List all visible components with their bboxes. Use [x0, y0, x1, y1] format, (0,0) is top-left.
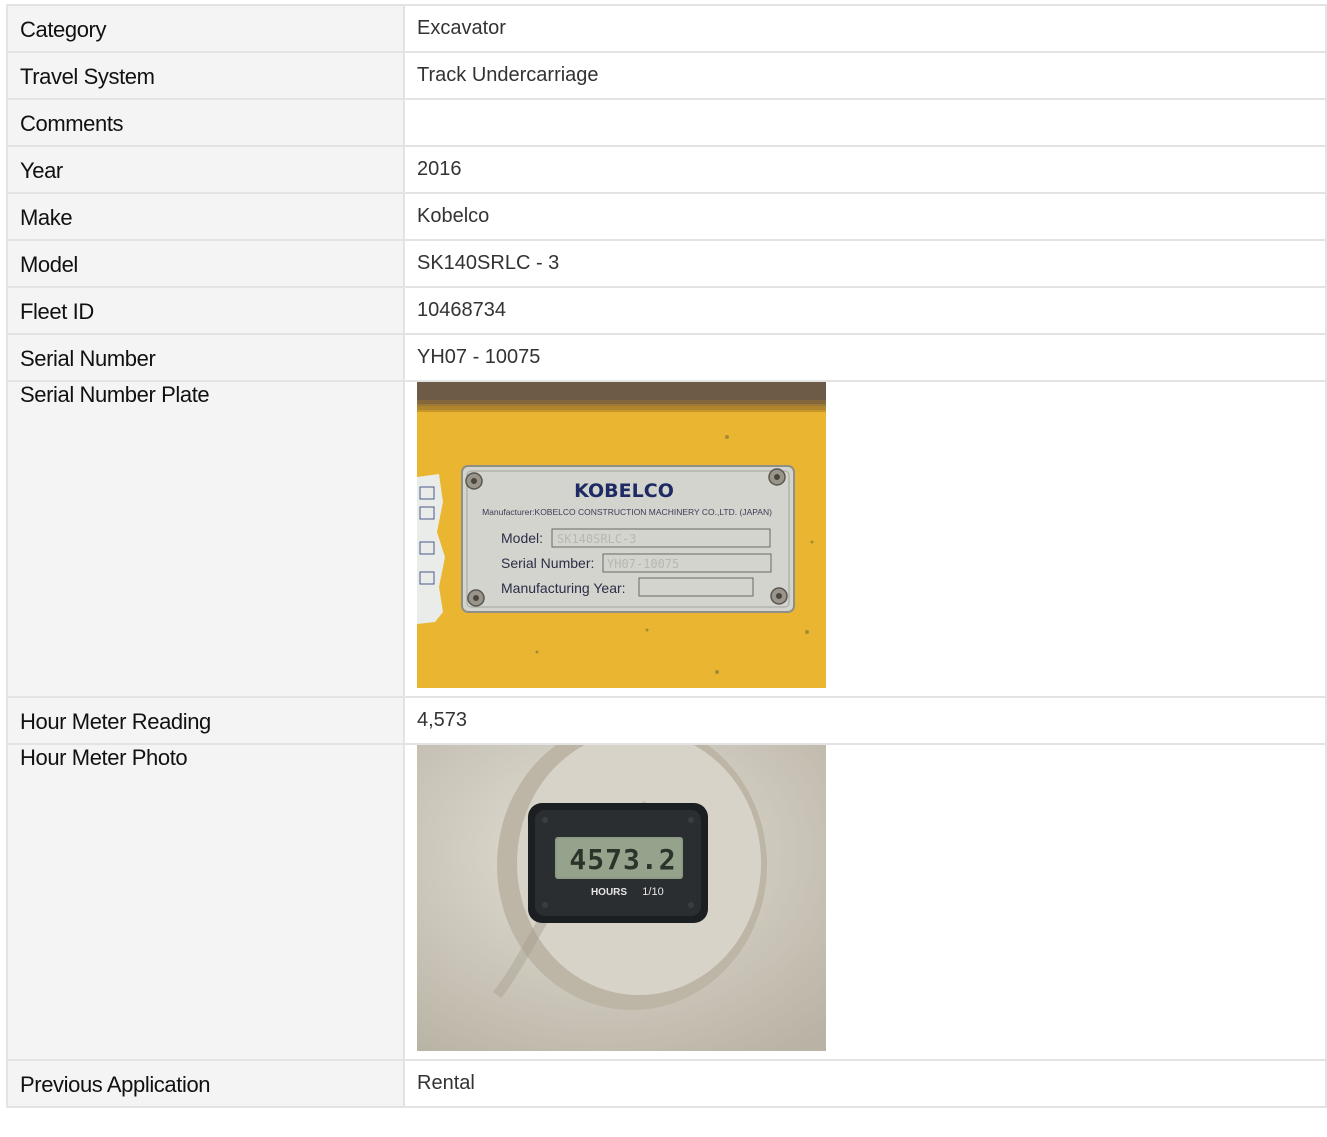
- label-travel-system: Travel System: [6, 51, 405, 100]
- row-year: Year 2016: [6, 145, 1327, 194]
- value-category: Excavator: [403, 4, 1327, 53]
- serial-plate-image: KOBELCO Manufacturer:KOBELCO CONSTRUCTIO…: [417, 382, 826, 688]
- hour-meter-photo[interactable]: 4573.2 HOURS 1/10: [417, 745, 826, 1051]
- plate-manufacturer-text: Manufacturer:KOBELCO CONSTRUCTION MACHIN…: [482, 507, 772, 517]
- label-model: Model: [6, 239, 405, 288]
- row-previous-application: Previous Application Rental: [6, 1059, 1327, 1108]
- equipment-details-table: Category Excavator Travel System Track U…: [6, 4, 1327, 1108]
- serial-number-plate-photo[interactable]: KOBELCO Manufacturer:KOBELCO CONSTRUCTIO…: [417, 382, 826, 688]
- hour-meter-image: 4573.2 HOURS 1/10: [417, 745, 826, 1051]
- row-hour-meter-photo: Hour Meter Photo 4573.2 HOURS 1/10: [6, 743, 1327, 1061]
- label-year: Year: [6, 145, 405, 194]
- row-comments: Comments: [6, 98, 1327, 147]
- plate-brand-text: KOBELCO: [574, 480, 674, 502]
- row-category: Category Excavator: [6, 4, 1327, 53]
- plate-model-value: SK140SRLC-3: [557, 532, 636, 546]
- row-hour-meter-reading: Hour Meter Reading 4,573: [6, 696, 1327, 745]
- row-make: Make Kobelco: [6, 192, 1327, 241]
- value-travel-system: Track Undercarriage: [403, 51, 1327, 100]
- value-serial-number: YH07 - 10075: [403, 333, 1327, 382]
- label-make: Make: [6, 192, 405, 241]
- label-hour-meter-photo: Hour Meter Photo: [6, 743, 405, 1061]
- value-previous-application: Rental: [403, 1059, 1327, 1108]
- value-year: 2016: [403, 145, 1327, 194]
- serial-plate-photo-cell: KOBELCO Manufacturer:KOBELCO CONSTRUCTIO…: [403, 380, 1327, 698]
- value-model: SK140SRLC - 3: [403, 239, 1327, 288]
- row-serial-number-plate: Serial Number Plate KOBELCO Manufacturer…: [6, 380, 1327, 698]
- hour-meter-photo-cell: 4573.2 HOURS 1/10: [403, 743, 1327, 1061]
- row-travel-system: Travel System Track Undercarriage: [6, 51, 1327, 100]
- row-fleet-id: Fleet ID 10468734: [6, 286, 1327, 335]
- label-hour-meter-reading: Hour Meter Reading: [6, 696, 405, 745]
- plate-model-label: Model:: [501, 530, 543, 546]
- meter-fraction-text: 1/10: [642, 886, 663, 898]
- label-previous-application: Previous Application: [6, 1059, 405, 1108]
- row-serial-number: Serial Number YH07 - 10075: [6, 333, 1327, 382]
- meter-units-text: HOURS: [591, 887, 627, 898]
- value-comments: [403, 98, 1327, 147]
- row-model: Model SK140SRLC - 3: [6, 239, 1327, 288]
- value-hour-meter-reading: 4,573: [403, 696, 1327, 745]
- label-serial-number-plate: Serial Number Plate: [6, 380, 405, 698]
- plate-year-label: Manufacturing Year:: [501, 580, 626, 596]
- label-category: Category: [6, 4, 405, 53]
- meter-display-text: 4573.2: [569, 843, 676, 876]
- plate-serial-label: Serial Number:: [501, 555, 594, 571]
- value-make: Kobelco: [403, 192, 1327, 241]
- label-fleet-id: Fleet ID: [6, 286, 405, 335]
- plate-serial-value: YH07-10075: [607, 557, 679, 571]
- value-fleet-id: 10468734: [403, 286, 1327, 335]
- label-serial-number: Serial Number: [6, 333, 405, 382]
- label-comments: Comments: [6, 98, 405, 147]
